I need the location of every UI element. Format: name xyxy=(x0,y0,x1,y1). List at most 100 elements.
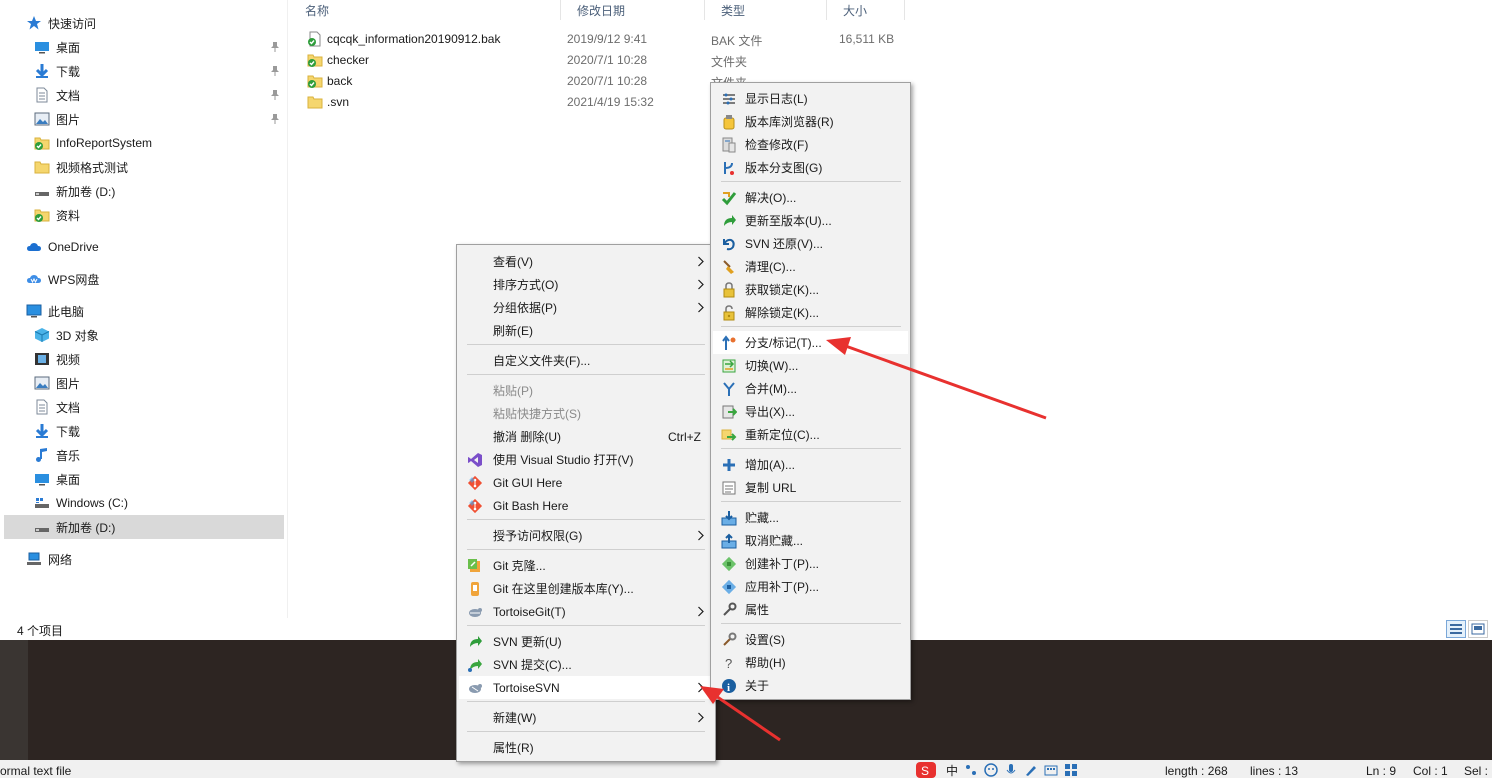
menu-item[interactable]: ? 帮助(H) xyxy=(713,651,908,674)
nav-item[interactable]: 网络 xyxy=(4,547,284,571)
nav-item[interactable]: 3D 对象 xyxy=(4,323,284,347)
menu-item[interactable]: 清理(C)... xyxy=(713,255,908,278)
nav-item[interactable]: 图片 xyxy=(4,107,284,131)
nav-item-label: 桌面 xyxy=(56,40,81,55)
nav-item[interactable]: 新加卷 (D:) xyxy=(4,179,284,203)
pen-icon[interactable] xyxy=(1024,763,1038,777)
menu-separator xyxy=(467,374,705,375)
wps-cloud-icon xyxy=(26,271,42,287)
nav-item[interactable]: 快速访问 xyxy=(4,11,284,35)
file-row[interactable]: checker 2020/7/1 10:28 文件夹 xyxy=(305,50,905,71)
toolbox-icon[interactable] xyxy=(1064,763,1078,777)
menu-item-label: 切换(W)... xyxy=(745,359,799,373)
nav-item[interactable]: Windows (C:) xyxy=(4,491,284,515)
menu-item[interactable]: SVN 提交(C)... xyxy=(459,653,711,676)
menu-item[interactable]: Git 在这里创建版本库(Y)... xyxy=(459,577,711,600)
nav-item[interactable]: 桌面 xyxy=(4,467,284,491)
nav-item[interactable]: 下载 xyxy=(4,419,284,443)
nav-item[interactable]: OneDrive xyxy=(4,235,284,259)
explorer-context-menu: 查看(V) 排序方式(O) 分组依据(P) 刷新(E) 自定义文件夹(F)... 粘贴(P… xyxy=(456,244,716,762)
column-header-size[interactable]: 大小 xyxy=(827,0,905,20)
menu-item[interactable]: i 关于 xyxy=(713,674,908,697)
menu-item[interactable]: 使用 Visual Studio 打开(V) xyxy=(459,448,711,471)
nav-item[interactable]: 视频格式测试 xyxy=(4,155,284,179)
menu-item[interactable]: 复制 URL xyxy=(713,476,908,499)
nav-item[interactable]: 音乐 xyxy=(4,443,284,467)
menu-item[interactable]: 获取锁定(K)... xyxy=(713,278,908,301)
chevron-right-icon xyxy=(697,256,705,267)
menu-item[interactable]: 授予访问权限(G) xyxy=(459,524,711,547)
menu-item[interactable]: TortoiseGit(T) xyxy=(459,600,711,623)
menu-item[interactable]: 分支/标记(T)... xyxy=(713,331,908,354)
menu-separator xyxy=(467,519,705,520)
menu-item[interactable]: 创建补丁(P)... xyxy=(713,552,908,575)
menu-item[interactable]: 解除锁定(K)... xyxy=(713,301,908,324)
column-number-label: Col : 1 xyxy=(1413,764,1448,778)
menu-item[interactable]: 粘贴(P) xyxy=(459,379,711,402)
menu-item[interactable]: 分组依据(P) xyxy=(459,296,711,319)
log-icon xyxy=(721,91,737,107)
menu-item[interactable]: 刷新(E) xyxy=(459,319,711,342)
menu-item[interactable]: 取消贮藏... xyxy=(713,529,908,552)
menu-item[interactable]: SVN 还原(V)... xyxy=(713,232,908,255)
nav-item-label: WPS网盘 xyxy=(48,272,100,287)
menu-item[interactable]: 自定义文件夹(F)... xyxy=(459,349,711,372)
nav-item[interactable]: WPS网盘 xyxy=(4,267,284,291)
menu-item[interactable]: 撤消 删除(U) Ctrl+Z xyxy=(459,425,711,448)
menu-item[interactable]: 粘贴快捷方式(S) xyxy=(459,402,711,425)
large-icons-view-button[interactable] xyxy=(1468,620,1488,638)
menu-item[interactable]: Git GUI Here xyxy=(459,471,711,494)
menu-item-label: 撤消 删除(U) xyxy=(493,430,561,444)
nav-item[interactable]: 视频 xyxy=(4,347,284,371)
ime-language-label[interactable]: 中 xyxy=(946,762,958,778)
menu-item[interactable]: 版本库浏览器(R) xyxy=(713,110,908,133)
menu-item[interactable]: 合并(M)... xyxy=(713,377,908,400)
keyboard-icon[interactable] xyxy=(1044,763,1058,777)
menu-item[interactable]: 应用补丁(P)... xyxy=(713,575,908,598)
column-header-type[interactable]: 类型 xyxy=(705,0,827,20)
details-view-button[interactable] xyxy=(1446,620,1466,638)
svn-commit-icon xyxy=(467,657,483,673)
emoji-icon[interactable] xyxy=(984,763,998,777)
menu-item[interactable]: 解决(O)... xyxy=(713,186,908,209)
menu-item[interactable]: 设置(S) xyxy=(713,628,908,651)
nav-item[interactable]: InfoReportSystem xyxy=(4,131,284,155)
svg-text:?: ? xyxy=(725,656,732,671)
menu-item[interactable]: 重新定位(C)... xyxy=(713,423,908,446)
menu-item[interactable]: 查看(V) xyxy=(459,250,711,273)
menu-item[interactable]: SVN 更新(U) xyxy=(459,630,711,653)
video-icon xyxy=(34,351,50,367)
sogou-ime-icon[interactable]: S xyxy=(914,762,940,778)
microphone-icon[interactable] xyxy=(1004,763,1018,777)
menu-item[interactable]: 版本分支图(G) xyxy=(713,156,908,179)
menu-item[interactable]: Git Bash Here xyxy=(459,494,711,517)
column-header-date[interactable]: 修改日期 xyxy=(561,0,705,20)
nav-item[interactable]: 桌面 xyxy=(4,35,284,59)
menu-item[interactable]: TortoiseSVN xyxy=(459,676,711,699)
menu-item[interactable]: 导出(X)... xyxy=(713,400,908,423)
menu-item-label: 设置(S) xyxy=(745,633,785,647)
punctuation-icon[interactable] xyxy=(964,763,978,777)
nav-item[interactable]: 文档 xyxy=(4,83,284,107)
nav-item[interactable]: 新加卷 (D:) xyxy=(4,515,284,539)
menu-item[interactable]: 切换(W)... xyxy=(713,354,908,377)
nav-item[interactable]: 文档 xyxy=(4,395,284,419)
menu-item[interactable]: 增加(A)... xyxy=(713,453,908,476)
column-header-name[interactable]: 名称 xyxy=(289,0,561,20)
menu-item[interactable]: 显示日志(L) xyxy=(713,87,908,110)
menu-item[interactable]: 属性 xyxy=(713,598,908,621)
file-row[interactable]: cqcqk_information20190912.bak 2019/9/12 9… xyxy=(305,29,905,50)
menu-item[interactable]: 更新至版本(U)... xyxy=(713,209,908,232)
revision-graph-icon xyxy=(721,160,737,176)
menu-item[interactable]: 检查修改(F) xyxy=(713,133,908,156)
nav-item[interactable]: 下载 xyxy=(4,59,284,83)
menu-item[interactable]: 属性(R) xyxy=(459,736,711,759)
menu-item[interactable]: 贮藏... xyxy=(713,506,908,529)
desktop-icon xyxy=(34,471,50,487)
nav-item[interactable]: 资料 xyxy=(4,203,284,227)
menu-item[interactable]: 排序方式(O) xyxy=(459,273,711,296)
menu-item[interactable]: 新建(W) xyxy=(459,706,711,729)
menu-item[interactable]: Git 克隆... xyxy=(459,554,711,577)
nav-item[interactable]: 此电脑 xyxy=(4,299,284,323)
nav-item[interactable]: 图片 xyxy=(4,371,284,395)
